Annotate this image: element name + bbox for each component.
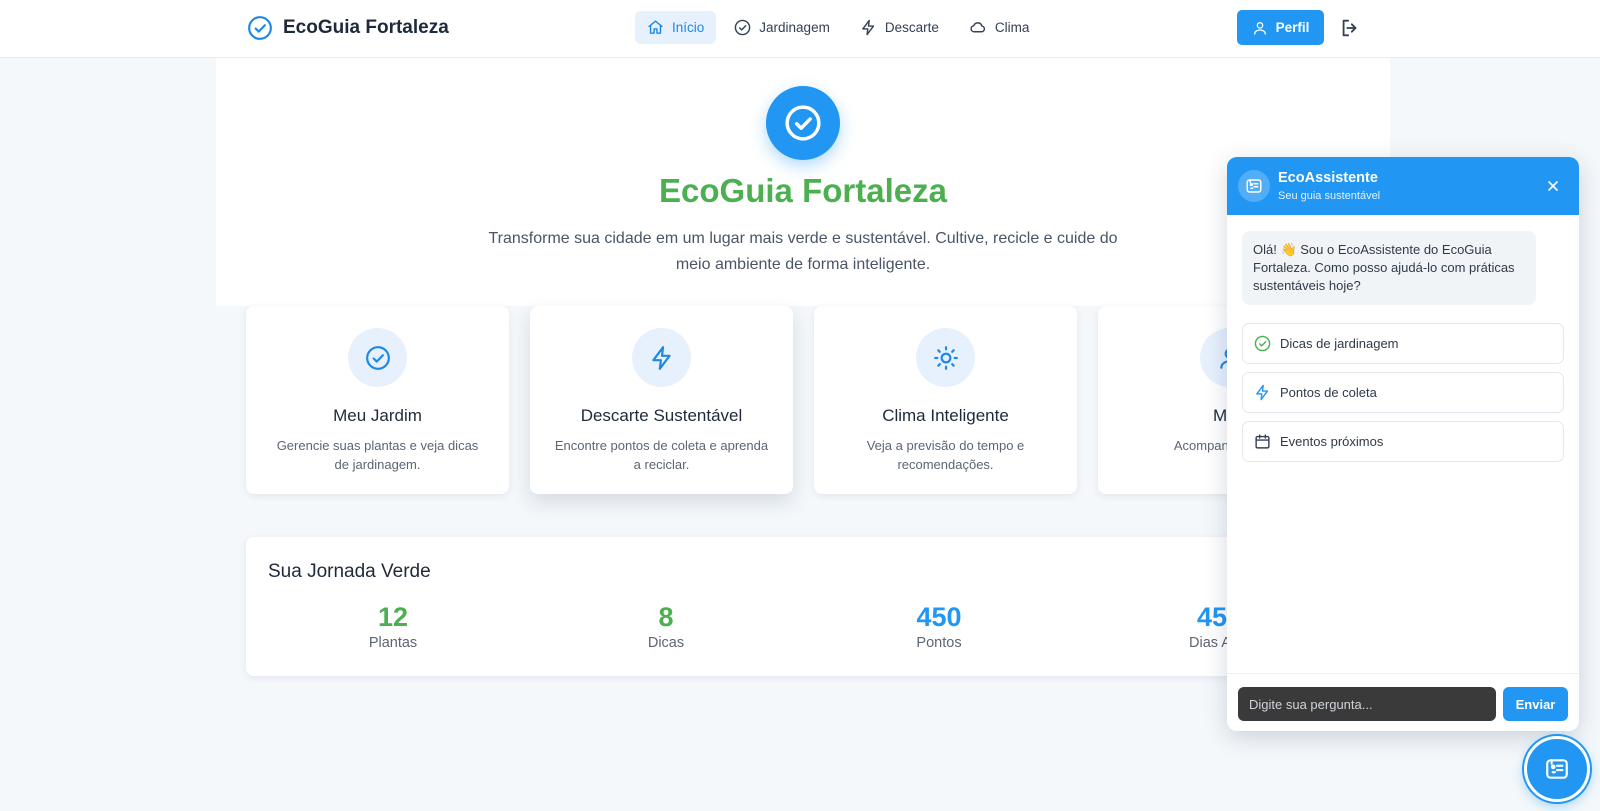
chat-panel: EcoAssistente Seu guia sustentável Olá! …	[1227, 157, 1579, 731]
nav-link-jardinagem[interactable]: Jardinagem	[722, 11, 842, 44]
hero-section: EcoGuia Fortaleza Transforme sua cidade …	[216, 58, 1390, 306]
feature-card-descarte[interactable]: Descarte Sustentável Encontre pontos de …	[530, 306, 793, 494]
green-journey-stats: Sua Jornada Verde 12 Plantas 8 Dicas 450…	[246, 537, 1390, 676]
quick-action-label: Dicas de jardinagem	[1280, 336, 1399, 351]
stat-pontos: 450 Pontos	[839, 601, 1039, 651]
brand-title: EcoGuia Fortaleza	[283, 17, 449, 38]
chat-assistant-tagline: Seu guia sustentável	[1278, 190, 1381, 202]
nav-link-label: Início	[672, 20, 705, 35]
quick-action-label: Pontos de coleta	[1280, 385, 1377, 400]
stat-value: 8	[658, 602, 674, 632]
stat-label: Pontos	[916, 635, 962, 651]
stat-label: Dicas	[647, 635, 685, 651]
navbar: EcoGuia Fortaleza Início Jardinagem Desc…	[0, 0, 1600, 58]
calendar-icon	[1254, 433, 1271, 450]
lightning-icon	[632, 328, 691, 387]
chat-assistant-name: EcoAssistente	[1278, 170, 1378, 186]
nav-link-clima[interactable]: Clima	[957, 11, 1042, 44]
feature-card-desc: Veja a previsão do tempo e recomendações…	[866, 438, 1025, 472]
check-circle-icon	[766, 86, 840, 160]
check-circle-icon	[348, 328, 407, 387]
stat-value: 12	[377, 602, 409, 632]
stats-title: Sua Jornada Verde	[268, 561, 431, 582]
stat-value: 450	[916, 602, 962, 632]
brand[interactable]: EcoGuia Fortaleza	[247, 15, 449, 41]
feature-card-desc: Gerencie suas plantas e veja dicas de ja…	[276, 438, 479, 472]
home-icon	[647, 19, 664, 36]
check-circle-icon	[1254, 335, 1271, 352]
chat-message-bot: Olá! 👋 Sou o EcoAssistente do EcoGuia Fo…	[1242, 231, 1536, 305]
profile-label: Perfil	[1275, 20, 1310, 35]
nav-link-label: Clima	[994, 20, 1030, 35]
chat-toggle-button[interactable]	[1524, 736, 1590, 802]
quick-action-pontos-coleta[interactable]: Pontos de coleta	[1242, 372, 1564, 413]
cloud-icon	[969, 19, 987, 36]
check-circle-icon	[247, 15, 273, 41]
hero-title: EcoGuia Fortaleza	[659, 172, 947, 209]
bot-icon	[1238, 170, 1270, 202]
lightning-icon	[1254, 384, 1271, 401]
nav-link-descarte[interactable]: Descarte	[848, 11, 951, 44]
close-icon[interactable]	[1545, 178, 1561, 194]
main-nav: Início Jardinagem Descarte Clima	[635, 11, 1041, 44]
sun-icon	[916, 328, 975, 387]
send-button[interactable]: Enviar	[1503, 687, 1568, 721]
chat-header: EcoAssistente Seu guia sustentável	[1227, 157, 1579, 215]
nav-link-label: Descarte	[884, 20, 939, 35]
feature-card-desc: Encontre pontos de coleta e aprenda a re…	[554, 438, 769, 472]
feature-card-title: Clima Inteligente	[882, 406, 1009, 425]
hero-subtitle: Transforme sua cidade em um lugar mais v…	[488, 230, 1118, 273]
feature-card-clima[interactable]: Clima Inteligente Veja a previsão do tem…	[814, 306, 1077, 494]
nav-link-inicio[interactable]: Início	[635, 11, 717, 44]
feature-card-title: Meu Jardim	[333, 406, 422, 425]
stat-plantas: 12 Plantas	[293, 601, 493, 651]
nav-link-label: Jardinagem	[759, 20, 830, 35]
stat-dicas: 8 Dicas	[566, 601, 766, 651]
logout-icon[interactable]	[1339, 17, 1361, 39]
bot-icon	[1544, 756, 1570, 782]
quick-action-label: Eventos próximos	[1280, 434, 1384, 449]
profile-button[interactable]: Perfil	[1237, 10, 1324, 45]
check-circle-icon	[734, 19, 751, 36]
user-icon	[1252, 20, 1268, 36]
chat-footer: Enviar	[1227, 673, 1579, 731]
feature-card-meu-jardim[interactable]: Meu Jardim Gerencie suas plantas e veja …	[246, 306, 509, 494]
quick-action-eventos[interactable]: Eventos próximos	[1242, 421, 1564, 462]
lightning-icon	[860, 19, 877, 36]
quick-action-dicas-jardinagem[interactable]: Dicas de jardinagem	[1242, 323, 1564, 364]
feature-card-title: Descarte Sustentável	[580, 406, 743, 425]
stat-label: Plantas	[368, 635, 418, 651]
chat-input[interactable]	[1238, 687, 1496, 721]
